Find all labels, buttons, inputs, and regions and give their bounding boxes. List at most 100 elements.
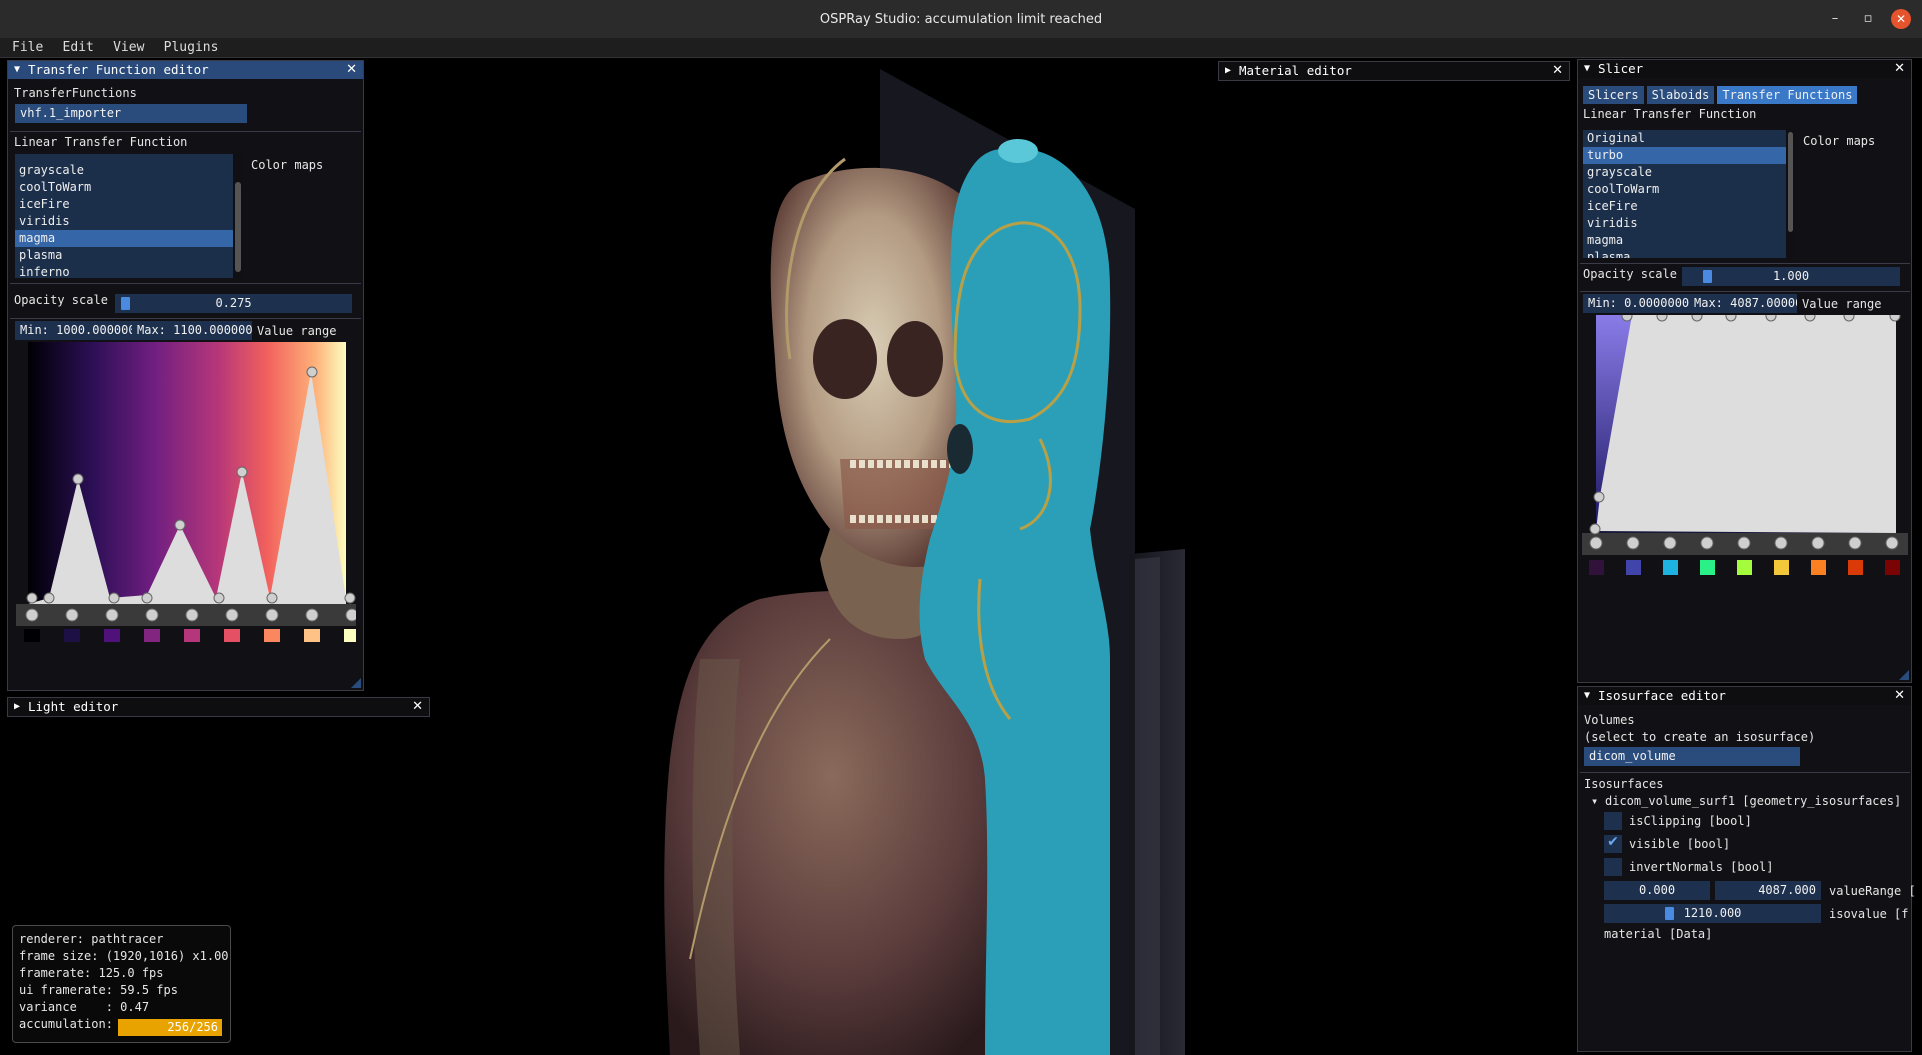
volume-selector[interactable]: dicom_volume	[1584, 747, 1800, 766]
isclipping-checkbox[interactable]	[1604, 812, 1622, 830]
divider	[10, 318, 361, 319]
tab-slaboids[interactable]: Slaboids	[1646, 86, 1715, 104]
colormap-list-item[interactable]: grayscale	[15, 162, 239, 179]
tf-editor-header[interactable]: ▼ Transfer Function editor ✕	[8, 61, 363, 79]
opacity-curve[interactable]	[1596, 315, 1896, 533]
slicer-colormap-listbox[interactable]: Original turbo grayscale coolToWarm iceFire v…	[1583, 130, 1789, 258]
isosurface-node[interactable]: dicom_volume_surf1 [geometry_isosurfaces…	[1605, 794, 1901, 808]
min-value-field[interactable]: Min: 1000.000000	[15, 321, 135, 340]
slicer-colormap-list-item[interactable]: coolToWarm	[1583, 181, 1789, 198]
color-swatch[interactable]	[224, 629, 240, 642]
colormap-list-item[interactable]: magma	[15, 230, 239, 247]
color-swatch[interactable]	[184, 629, 200, 642]
slicer-colormap-list-item[interactable]: viridis	[1583, 215, 1789, 232]
colormap-listbox[interactable]: grayscale coolToWarm iceFire viridis magma pl…	[15, 154, 239, 278]
max-value-field[interactable]: Max: 1100.000000	[132, 321, 252, 340]
expand-triangle-icon[interactable]: ▶	[1225, 62, 1231, 80]
color-swatch[interactable]	[24, 629, 40, 642]
color-swatch[interactable]	[1885, 560, 1900, 575]
isovalue-slider[interactable]: 1210.000	[1604, 904, 1821, 923]
color-maps-label: Color maps	[1803, 134, 1876, 148]
colormap-list-item[interactable]: coolToWarm	[15, 179, 239, 196]
close-icon[interactable]: ✕	[346, 61, 357, 79]
variance-stat: variance : 0.47	[19, 1000, 150, 1014]
color-swatches[interactable]	[1589, 560, 1900, 575]
visible-checkbox[interactable]: ✔	[1604, 834, 1622, 853]
colormap-list-item[interactable]: viridis	[15, 213, 239, 230]
menu-edit[interactable]: Edit	[57, 38, 100, 57]
close-icon[interactable]: ✕	[1552, 62, 1563, 80]
color-swatches[interactable]	[24, 629, 356, 642]
color-swatch[interactable]	[1626, 560, 1641, 575]
slicer-panel: ▼ Slicer ✕ Slicers Slaboids Transfer Funct…	[1577, 59, 1912, 683]
collapse-triangle-icon[interactable]: ▼	[1584, 60, 1590, 78]
slicer-colormap-list-item[interactable]: turbo	[1583, 147, 1789, 164]
slicer-colormap-list-item[interactable]: Original	[1583, 130, 1789, 147]
resize-grip-icon[interactable]	[1899, 670, 1909, 680]
close-icon[interactable]: ✕	[1894, 60, 1905, 78]
menu-plugins[interactable]: Plugins	[158, 38, 225, 57]
isovalue-label: isovalue [f	[1829, 907, 1909, 921]
material-editor-title: Material editor	[1239, 63, 1352, 78]
menu-view[interactable]: View	[107, 38, 150, 57]
color-swatch[interactable]	[264, 629, 280, 642]
tab-slicers[interactable]: Slicers	[1583, 86, 1644, 104]
color-swatch[interactable]	[1848, 560, 1863, 575]
slicer-tabs: Slicers Slaboids Transfer Functions	[1583, 86, 1860, 104]
invertnormals-checkbox[interactable]	[1604, 858, 1622, 876]
value-range-label: Value range	[257, 324, 337, 338]
color-swatch[interactable]	[304, 629, 320, 642]
color-swatch[interactable]	[1700, 560, 1715, 575]
light-editor-header[interactable]: ▶ Light editor ✕	[8, 698, 429, 716]
transfer-function-graph[interactable]	[16, 342, 356, 642]
slicer-colormap-list-item[interactable]: grayscale	[1583, 164, 1789, 181]
color-swatch[interactable]	[1737, 560, 1752, 575]
menu-file[interactable]: File	[6, 38, 49, 57]
slicer-colormap-list-item[interactable]: plasma	[1583, 249, 1789, 258]
close-window-button[interactable]: ✕	[1891, 9, 1911, 29]
value-range-min-input[interactable]: 0.000	[1604, 881, 1710, 900]
slicer-transfer-function-graph[interactable]	[1582, 315, 1908, 585]
value-range-max-input[interactable]: 4087.000	[1715, 881, 1821, 900]
color-swatch[interactable]	[1589, 560, 1604, 575]
collapse-triangle-icon[interactable]: ▼	[1584, 687, 1590, 705]
opacity-scale-slider[interactable]: 0.275	[115, 294, 352, 313]
color-swatch[interactable]	[144, 629, 160, 642]
colormap-list-item[interactable]: iceFire	[15, 196, 239, 213]
tab-transfer-functions[interactable]: Transfer Functions	[1717, 86, 1858, 104]
max-value-field[interactable]: Max: 4087.000000	[1689, 294, 1797, 313]
invertnormals-label: invertNormals [bool]	[1629, 860, 1774, 874]
linear-tf-label: Linear Transfer Function	[14, 135, 188, 149]
slicer-colormap-list-item[interactable]: magma	[1583, 232, 1789, 249]
color-swatch[interactable]	[104, 629, 120, 642]
slicer-colormap-scrollbar[interactable]	[1786, 130, 1795, 258]
material-editor-header[interactable]: ▶ Material editor ✕	[1219, 62, 1569, 80]
tf-selector[interactable]: vhf.1_importer	[15, 104, 247, 123]
checkmark-icon: ✔	[1607, 834, 1619, 850]
close-icon[interactable]: ✕	[1894, 687, 1905, 705]
value-range-param-label: valueRange [	[1829, 884, 1916, 898]
tree-node-triangle-icon[interactable]: ▾	[1591, 794, 1598, 808]
color-swatch[interactable]	[1663, 560, 1678, 575]
maximize-button[interactable]: ▫	[1858, 9, 1878, 29]
light-editor-panel: ▶ Light editor ✕	[7, 697, 430, 717]
minimize-button[interactable]: –	[1825, 9, 1845, 29]
color-swatch[interactable]	[64, 629, 80, 642]
color-swatch[interactable]	[344, 629, 356, 642]
min-value-field[interactable]: Min: 0.0000000	[1583, 294, 1691, 313]
divider	[1580, 772, 1910, 773]
slicer-colormap-list-item[interactable]: iceFire	[1583, 198, 1789, 215]
slicer-header[interactable]: ▼ Slicer ✕	[1578, 60, 1911, 78]
color-swatch[interactable]	[1774, 560, 1789, 575]
color-swatch[interactable]	[1811, 560, 1826, 575]
close-icon[interactable]: ✕	[412, 698, 423, 716]
colormap-list-item[interactable]: plasma	[15, 247, 239, 264]
color-control-points[interactable]	[1589, 536, 1899, 550]
expand-triangle-icon[interactable]: ▶	[14, 698, 20, 716]
resize-grip-icon[interactable]	[351, 678, 361, 688]
colormap-list-item[interactable]: inferno	[15, 264, 239, 278]
colormap-scrollbar[interactable]	[233, 154, 243, 278]
isosurface-editor-header[interactable]: ▼ Isosurface editor ✕	[1578, 687, 1911, 705]
opacity-scale-slider[interactable]: 1.000	[1682, 267, 1900, 286]
collapse-triangle-icon[interactable]: ▼	[14, 61, 20, 79]
